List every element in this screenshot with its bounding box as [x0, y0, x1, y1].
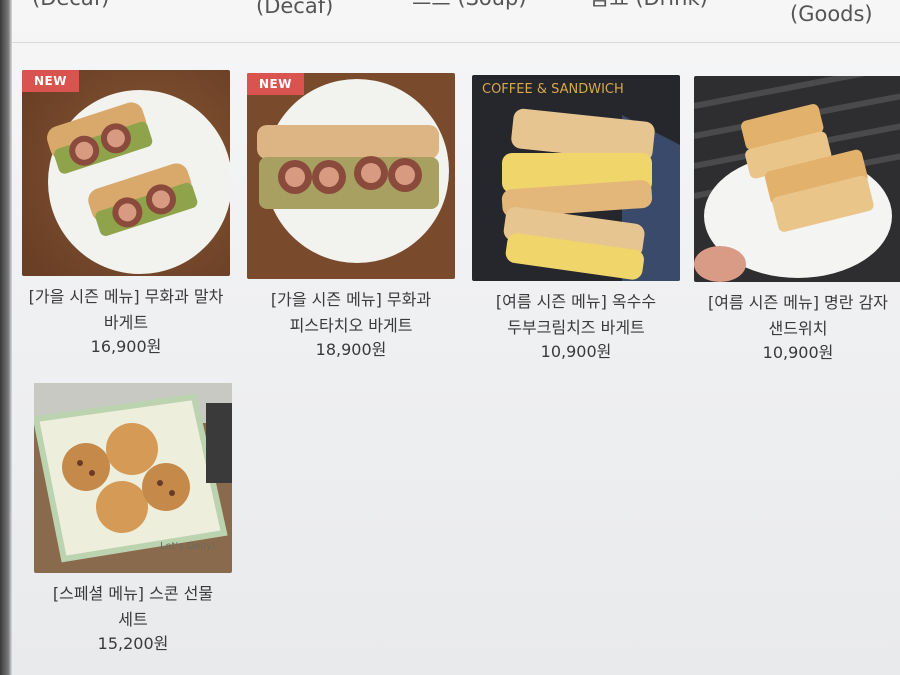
item-price: 15,200원 — [97, 634, 169, 653]
product-image[interactable]: Let's Daily! — [34, 383, 232, 573]
screen-bezel — [0, 0, 12, 675]
tab-goods[interactable]: (Goods) — [790, 2, 873, 26]
menu-item-corn-tofu-cream-cheese-baguette[interactable]: COFFEE & SANDWICH [여름 시즌 메뉴] 옥수수 두부크림치즈 … — [472, 75, 680, 363]
item-price: 10,900원 — [762, 343, 834, 362]
category-tab-bar: (Decaf) (Decaf) 스프 (Soup) 음료 (Drink) (Go… — [12, 0, 900, 43]
new-badge: NEW — [247, 73, 304, 95]
item-name: [가을 시즌 메뉴] 무화과 피스타치오 바게트 — [270, 290, 432, 335]
item-price: 10,900원 — [540, 342, 612, 361]
menu-item-scone-gift-set[interactable]: Let's Daily! [스페셜 메뉴] 스콘 선물 세트 15,200원 — [34, 383, 232, 655]
tab-soup[interactable]: 스프 (Soup) — [412, 0, 527, 10]
new-badge: NEW — [22, 70, 79, 92]
item-name: [여름 시즌 메뉴] 명란 감자 샌드위치 — [707, 293, 889, 338]
kiosk-screen: (Decaf) (Decaf) 스프 (Soup) 음료 (Drink) (Go… — [0, 0, 900, 675]
item-name: [여름 시즌 메뉴] 옥수수 두부크림치즈 바게트 — [495, 292, 657, 337]
item-price: 16,900원 — [90, 337, 162, 356]
menu-item-fig-matcha-baguette[interactable]: NEW [가을 시즌 메뉴] 무화과 말차 바게트 16,900원 — [22, 70, 230, 358]
tab-decaf-1[interactable]: (Decaf) — [32, 0, 109, 10]
tab-drink[interactable]: 음료 (Drink) — [590, 0, 708, 10]
menu-item-myeongran-potato-sandwich[interactable]: [여름 시즌 메뉴] 명란 감자 샌드위치 10,900원 — [694, 76, 900, 364]
product-image[interactable]: NEW — [247, 73, 455, 279]
tab-decaf-2[interactable]: (Decaf) — [256, 0, 333, 18]
image-print-text: Let's Daily! — [160, 541, 216, 552]
product-image[interactable]: NEW — [22, 70, 230, 276]
product-image[interactable]: COFFEE & SANDWICH — [472, 75, 680, 281]
image-print-text: COFFEE & SANDWICH — [482, 82, 624, 97]
item-name: [스페셜 메뉴] 스콘 선물 세트 — [52, 584, 214, 629]
menu-item-fig-pistachio-baguette[interactable]: NEW [가을 시즌 메뉴] 무화과 피스타치오 바게트 18,900원 — [247, 73, 455, 361]
product-image[interactable] — [694, 76, 900, 282]
item-price: 18,900원 — [315, 340, 387, 359]
item-name: [가을 시즌 메뉴] 무화과 말차 바게트 — [28, 287, 224, 332]
